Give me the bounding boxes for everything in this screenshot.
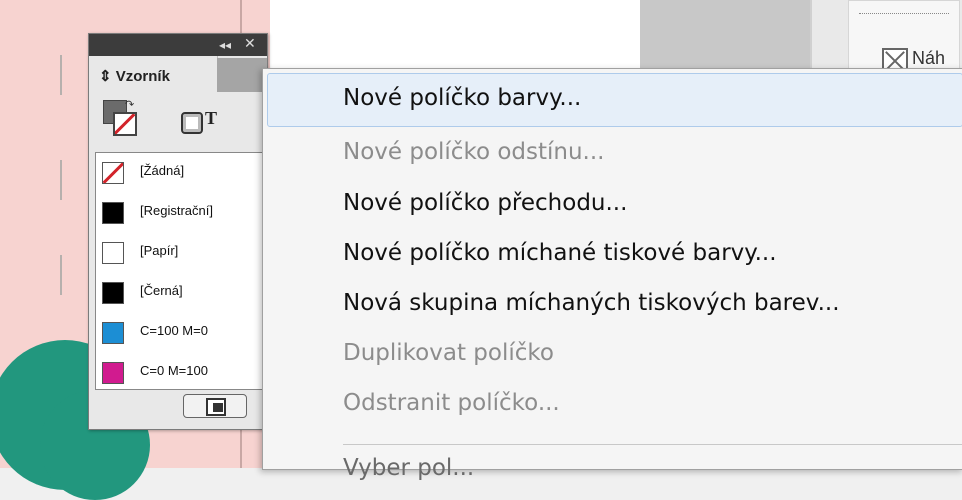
menu-item-new-mixed-ink-swatch[interactable]: Nové políčko míchané tiskové barvy...	[343, 240, 777, 266]
swatch-chip	[102, 282, 124, 304]
swatch-tools: ↷ T	[89, 92, 267, 152]
panel-titlebar[interactable]: ◂◂ ✕	[89, 34, 267, 56]
swatch-name: [Papír]	[140, 243, 179, 258]
menu-item-partial[interactable]: Vyber pol...	[343, 455, 474, 481]
panel-footer	[89, 390, 267, 429]
panel-title-text: Vzorník	[115, 68, 170, 85]
formatting-container-icon[interactable]	[181, 112, 203, 134]
margin-mark	[60, 255, 62, 295]
new-swatch-button[interactable]	[183, 394, 247, 418]
swatch-chip	[102, 242, 124, 264]
swatch-name: [Černá]	[140, 283, 183, 298]
swatch-chip-none	[102, 162, 124, 184]
swatch-name: C=0 M=100	[140, 363, 208, 378]
panel-partial-label: Náh	[912, 48, 946, 68]
swap-arrow-icon[interactable]: ↷	[125, 98, 134, 111]
swatch-row[interactable]: [Registrační]	[96, 193, 268, 233]
context-menu: Nové políčko barvy... Nové políčko odstí…	[262, 68, 962, 481]
swatch-row[interactable]: [Žádná]	[96, 153, 268, 193]
grip[interactable]	[859, 13, 949, 18]
menu-separator	[343, 444, 962, 445]
tab-background	[217, 58, 267, 92]
margin-mark	[60, 160, 62, 200]
menu-item-new-color-swatch[interactable]: Nové políčko barvy...	[343, 85, 581, 111]
menu-item-new-gradient-swatch[interactable]: Nové políčko přechodu...	[343, 190, 627, 216]
swatch-row[interactable]: [Černá]	[96, 273, 268, 313]
swatch-chip	[102, 362, 124, 384]
margin-mark	[60, 55, 62, 95]
swatch-row[interactable]: C=0 M=100	[96, 353, 268, 389]
menu-item-new-tint-swatch[interactable]: Nové políčko odstínu...	[343, 139, 604, 165]
swatch-name: [Žádná]	[140, 163, 185, 178]
formatting-text-icon[interactable]: T	[205, 108, 217, 129]
swatch-name: C=100 M=0	[140, 323, 208, 338]
close-icon[interactable]: ✕	[244, 36, 256, 52]
panel-title: ⇕ Vzorník	[99, 68, 170, 85]
menu-item-delete-swatch[interactable]: Odstranit políčko...	[343, 390, 560, 416]
menu-item-duplicate-swatch[interactable]: Duplikovat políčko	[343, 340, 554, 366]
stroke-icon	[113, 112, 137, 136]
swatch-list: [Žádná] [Registrační] [Papír] [Černá] C=…	[95, 152, 269, 390]
swatch-chip	[102, 322, 124, 344]
swatch-row[interactable]: [Papír]	[96, 233, 268, 273]
swatch-chip	[102, 202, 124, 224]
fill-stroke-icon[interactable]: ↷	[103, 98, 137, 136]
swatch-name: [Registrační]	[140, 203, 213, 218]
collapse-icon[interactable]: ◂◂	[219, 38, 231, 52]
new-swatch-icon	[206, 398, 226, 416]
swatches-panel: ◂◂ ✕ ⇕ Vzorník ↷ T [Žádná] [Registrační]…	[88, 33, 269, 430]
menu-item-new-mixed-ink-group[interactable]: Nová skupina míchaných tiskových barev..…	[343, 290, 840, 316]
swatch-row[interactable]: C=100 M=0	[96, 313, 268, 353]
